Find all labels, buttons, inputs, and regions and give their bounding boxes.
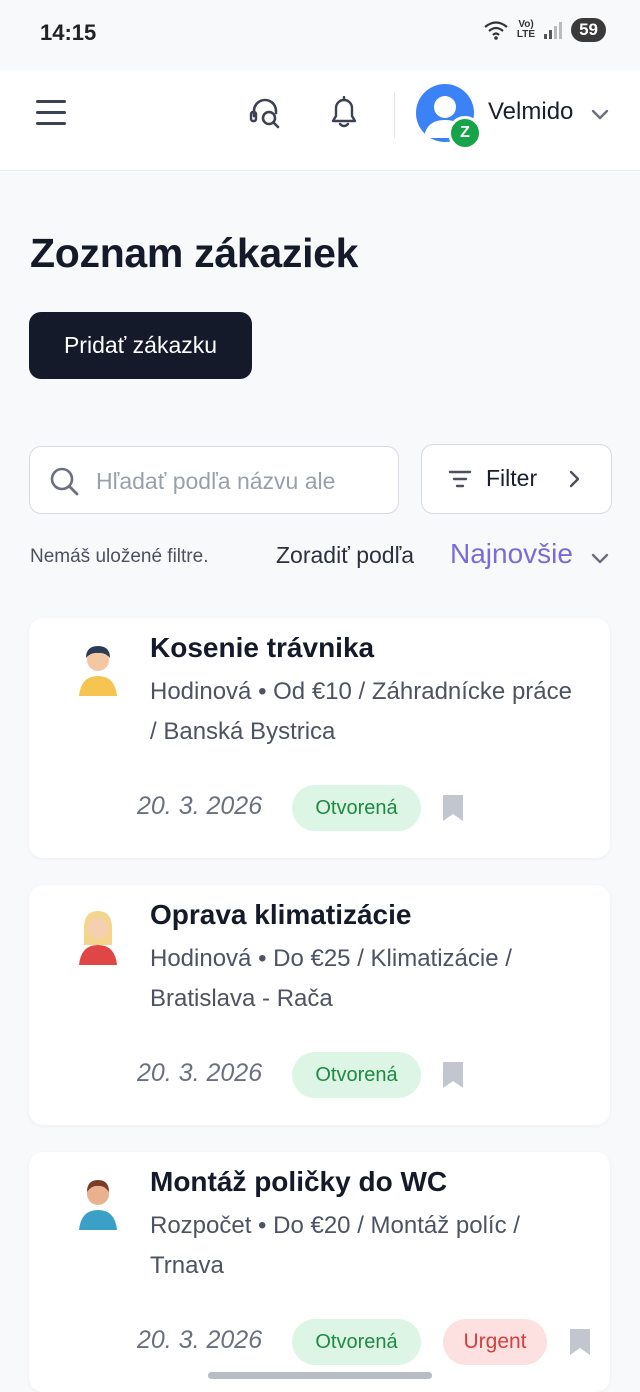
page-title: Zoznam zákaziek — [30, 230, 359, 276]
job-details: Rozpočet • Do €20 / Montáž políc / Trnav… — [150, 1212, 520, 1279]
filter-icon — [448, 470, 472, 488]
urgent-badge: Urgent — [443, 1319, 547, 1365]
battery-badge: 59 — [571, 18, 606, 42]
search-icon — [50, 467, 79, 496]
wifi-icon — [484, 21, 508, 40]
add-job-button[interactable]: Pridať zákazku — [29, 312, 252, 379]
status-time: 14:15 — [40, 20, 97, 45]
job-card[interactable]: Oprava klimatizácie Hodinová • Do €25 / … — [29, 885, 610, 1125]
filter-label: Filter — [486, 465, 538, 491]
filter-button[interactable]: Filter — [421, 444, 612, 514]
person-avatar-icon — [79, 1180, 117, 1230]
job-details: Hodinová • Od €10 / Záhradnícke práce / … — [150, 678, 572, 745]
person-avatar-icon — [79, 646, 117, 696]
menu-icon[interactable] — [36, 100, 66, 126]
bookmark-icon[interactable] — [569, 1328, 591, 1356]
search-box[interactable] — [29, 446, 399, 514]
bookmark-icon[interactable] — [442, 1061, 464, 1089]
no-saved-filters-text: Nemáš uložené filtre. — [30, 546, 209, 567]
user-avatar[interactable]: Z — [416, 84, 482, 150]
avatar-badge: Z — [448, 116, 482, 150]
job-card[interactable]: Montáž poličky do WC Rozpočet • Do €20 /… — [29, 1152, 610, 1392]
network-label: LTE — [516, 29, 536, 40]
job-details: Hodinová • Do €25 / Klimatizácie / Brati… — [150, 945, 512, 1012]
chevron-down-icon[interactable] — [590, 108, 610, 122]
sort-dropdown[interactable]: Najnovšie — [450, 538, 573, 570]
notification-bell-icon[interactable] — [330, 96, 358, 130]
job-title[interactable]: Kosenie trávnika — [150, 632, 374, 664]
chevron-right-icon — [569, 470, 580, 488]
status-bar: 14:15 Vo) LTE 59 — [0, 0, 640, 70]
status-icons: Vo) LTE 59 — [483, 18, 606, 42]
home-indicator[interactable] — [208, 1372, 432, 1379]
lte-indicator: Vo) LTE — [516, 19, 536, 40]
support-search-icon[interactable] — [248, 96, 282, 130]
status-badge: Otvorená — [292, 1319, 421, 1365]
status-badge: Otvorená — [292, 1052, 421, 1098]
sort-label: Zoradiť podľa — [276, 542, 415, 568]
user-name[interactable]: Velmido — [488, 98, 573, 126]
status-badge: Otvorená — [292, 785, 421, 831]
signal-icon — [544, 22, 563, 39]
job-date: 20. 3. 2026 — [137, 1326, 263, 1354]
job-date: 20. 3. 2026 — [137, 1059, 263, 1087]
bookmark-icon[interactable] — [442, 794, 464, 822]
chevron-down-icon[interactable] — [590, 552, 610, 566]
person-avatar-icon — [79, 911, 117, 965]
app-bar: Z Velmido — [0, 70, 640, 171]
search-input[interactable] — [94, 461, 388, 501]
job-title[interactable]: Oprava klimatizácie — [150, 899, 411, 931]
job-card[interactable]: Kosenie trávnika Hodinová • Od €10 / Záh… — [29, 618, 610, 858]
job-date: 20. 3. 2026 — [137, 792, 263, 820]
job-title[interactable]: Montáž poličky do WC — [150, 1166, 447, 1198]
app-bar-divider — [394, 92, 395, 138]
